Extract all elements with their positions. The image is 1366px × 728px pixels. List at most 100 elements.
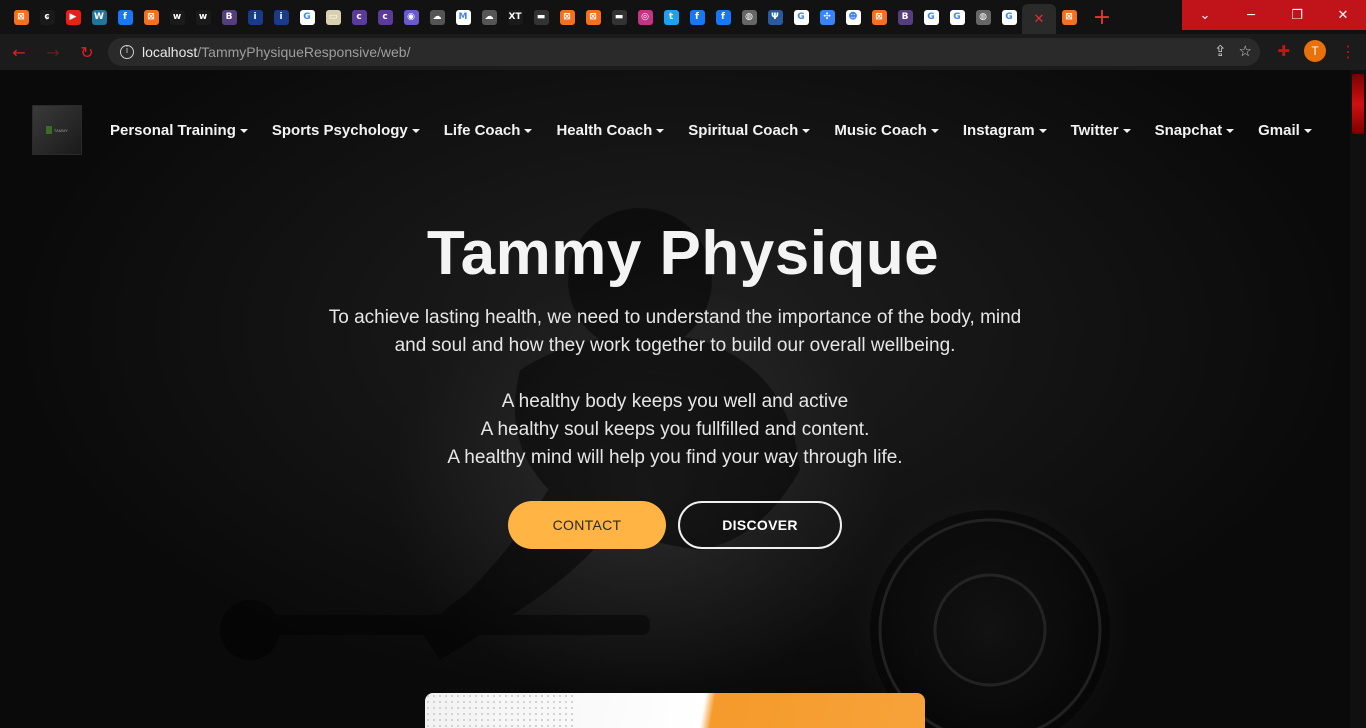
browser-tab[interactable]: M	[450, 4, 476, 30]
nav-item-life-coach[interactable]: Life Coach	[432, 118, 545, 142]
info-icon: i	[273, 9, 289, 25]
shield-icon: ◉	[403, 9, 419, 25]
dropdown-caret-icon	[1226, 128, 1235, 133]
browser-menu-icon[interactable]: ⋮	[1340, 42, 1356, 61]
tab-search-icon[interactable]: ⌄	[1182, 0, 1228, 30]
browser-tab[interactable]: ◍	[970, 4, 996, 30]
browser-tab[interactable]: ⊠	[580, 4, 606, 30]
nav-item-snapchat[interactable]: Snapchat	[1143, 118, 1247, 142]
nav-item-spiritual-coach[interactable]: Spiritual Coach	[676, 118, 822, 142]
browser-tab[interactable]: ⊠	[866, 4, 892, 30]
scrollbar-thumb[interactable]	[1352, 74, 1364, 134]
new-tab-button[interactable]: +	[1088, 3, 1116, 31]
browser-tab[interactable]: G	[996, 4, 1022, 30]
browser-tab[interactable]: ✕	[1022, 4, 1056, 34]
tagline-mind: A healthy mind will help you find your w…	[447, 447, 903, 468]
discover-button[interactable]: DISCOVER	[678, 501, 842, 549]
extensions-puzzle-icon[interactable]: ✚	[1277, 42, 1290, 60]
xampp-icon: ⊠	[143, 9, 159, 25]
browser-tab[interactable]: f	[684, 4, 710, 30]
browser-tab[interactable]: ◎	[632, 4, 658, 30]
browser-tab[interactable]: ▬	[528, 4, 554, 30]
browser-tab[interactable]: ⊠	[8, 4, 34, 30]
gmail-icon: M	[455, 9, 471, 25]
browser-tab[interactable]: ▬	[606, 4, 632, 30]
nav-item-music-coach[interactable]: Music Coach	[822, 118, 951, 142]
browser-tab[interactable]: ☻	[840, 4, 866, 30]
browser-tab[interactable]: B	[216, 4, 242, 30]
tagline-soul: A healthy soul keeps you fullfilled and …	[480, 419, 870, 440]
browser-tab[interactable]: f	[112, 4, 138, 30]
nav-item-sports-psychology[interactable]: Sports Psychology	[260, 118, 432, 142]
browser-tab[interactable]: i	[242, 4, 268, 30]
browser-tab[interactable]: t	[658, 4, 684, 30]
url-text[interactable]: localhost/TammyPhysiqueResponsive/web/	[142, 44, 410, 60]
browser-tab[interactable]: ɕ	[34, 4, 60, 30]
nav-item-health-coach[interactable]: Health Coach	[544, 118, 676, 142]
browser-tab[interactable]: ⊠	[1056, 4, 1082, 30]
browser-tab[interactable]: c	[346, 4, 372, 30]
address-bar[interactable]: i localhost/TammyPhysiqueResponsive/web/…	[108, 38, 1260, 66]
nav-item-label: Life Coach	[443, 121, 521, 139]
close-window-button[interactable]: ✕	[1320, 0, 1366, 30]
bookmark-star-icon[interactable]: ☆	[1239, 42, 1252, 60]
google-icon: G	[949, 9, 965, 25]
restore-button[interactable]: ❐	[1274, 0, 1320, 30]
browser-tab[interactable]: ◍	[736, 4, 762, 30]
browser-tab[interactable]: i	[268, 4, 294, 30]
browser-tab[interactable]: G	[294, 4, 320, 30]
browser-tab[interactable]: ☁	[476, 4, 502, 30]
browser-toolbar: ← → ↻ i localhost/TammyPhysiqueResponsiv…	[0, 34, 1366, 70]
browser-tab[interactable]: ⊠	[138, 4, 164, 30]
leaf-icon: ɕ	[39, 9, 55, 25]
youtube-icon: ▶	[65, 9, 81, 25]
browser-tab[interactable]: W	[86, 4, 112, 30]
browser-tab[interactable]: B	[892, 4, 918, 30]
dropdown-caret-icon	[411, 128, 420, 133]
feature-card-image	[425, 693, 925, 728]
cloud-icon: ☁	[481, 9, 497, 25]
browser-tab[interactable]: G	[918, 4, 944, 30]
browser-tab[interactable]: Ψ	[762, 4, 788, 30]
browser-tab[interactable]: XT	[502, 4, 528, 30]
snapchat-icon: ☻	[845, 9, 861, 25]
card-icon: ▭	[325, 9, 341, 25]
reload-button[interactable]: ↻	[72, 37, 102, 67]
browser-tab[interactable]: ▭	[320, 4, 346, 30]
dropdown-caret-icon	[656, 128, 665, 133]
browser-tab[interactable]: G	[788, 4, 814, 30]
dropdown-caret-icon	[802, 128, 811, 133]
minimize-button[interactable]: ─	[1228, 0, 1274, 30]
nav-item-gmail[interactable]: Gmail	[1246, 118, 1324, 142]
browser-tab[interactable]: ☁	[424, 4, 450, 30]
profile-avatar[interactable]: T	[1304, 40, 1326, 62]
share-icon[interactable]: ⇪	[1214, 42, 1227, 60]
nav-item-label: Twitter	[1070, 121, 1119, 139]
browser-tab[interactable]: ◉	[398, 4, 424, 30]
google-icon: G	[793, 9, 809, 25]
tab-list: ⊠ ɕ ▶ Wf ⊠ w w Bi i G ▭ c c ◉ ☁ M ☁ XT ▬ ⊠ ⊠ ▬ ◎ t f f ◍ Ψ G ✣ ☻ ⊠ B G G ◍ G…	[0, 0, 1180, 34]
site-logo[interactable]: TAMMY	[32, 105, 82, 155]
dropdown-caret-icon	[1122, 128, 1131, 133]
nav-item-personal-training[interactable]: Personal Training	[98, 118, 260, 142]
forward-button[interactable]: →	[38, 37, 68, 67]
web-page: TAMMY Personal Training Sports Psychology…	[0, 70, 1366, 728]
twitter-icon: t	[663, 9, 679, 25]
xampp-icon: ⊠	[13, 9, 29, 25]
browser-tab[interactable]: w	[164, 4, 190, 30]
nav-item-twitter[interactable]: Twitter	[1059, 118, 1143, 142]
browser-tab[interactable]: c	[372, 4, 398, 30]
nav-item-label: Personal Training	[110, 121, 236, 139]
browser-tab[interactable]: ▶	[60, 4, 86, 30]
browser-tab[interactable]: w	[190, 4, 216, 30]
browser-tab[interactable]: f	[710, 4, 736, 30]
page-scrollbar[interactable]	[1350, 70, 1366, 728]
nav-item-instagram[interactable]: Instagram	[951, 118, 1059, 142]
terminal-icon: ▬	[611, 9, 627, 25]
browser-tab[interactable]: ⊠	[554, 4, 580, 30]
contact-button[interactable]: CONTACT	[508, 501, 666, 549]
site-info-icon[interactable]: i	[120, 45, 134, 59]
browser-tab[interactable]: G	[944, 4, 970, 30]
browser-tab[interactable]: ✣	[814, 4, 840, 30]
back-button[interactable]: ←	[4, 37, 34, 67]
